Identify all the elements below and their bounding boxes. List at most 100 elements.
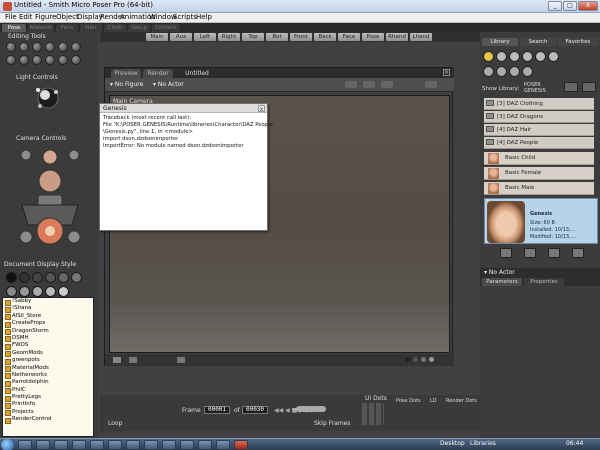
script-item[interactable]: Projects [3, 409, 93, 417]
view-pose-button[interactable]: Pose [362, 33, 384, 41]
maximize-button[interactable]: □ [563, 1, 577, 11]
poses-category-icon[interactable] [496, 51, 507, 62]
taper-tool-icon[interactable] [71, 42, 81, 52]
clock[interactable]: 06:44 [566, 440, 583, 447]
script-item[interactable]: GeomMods [3, 350, 93, 358]
current-frame-field[interactable]: 00001 [204, 406, 230, 414]
display-dot-icon[interactable] [413, 357, 418, 362]
taskbar-app-icon[interactable] [36, 440, 50, 450]
depth-cue-icon[interactable] [177, 357, 185, 363]
tab-render[interactable]: Render [143, 69, 173, 78]
tab-preview[interactable]: Preview [111, 69, 141, 78]
library-item-preview[interactable]: Genesis Size: 60 B Installed: 10/13,... … [484, 198, 598, 244]
menu-edit[interactable]: Edit [19, 13, 33, 21]
rotate-tool-icon[interactable] [6, 42, 16, 52]
frame-scrubber[interactable] [296, 406, 326, 412]
direct-manipulation-tool-icon[interactable] [71, 55, 81, 65]
document-close-icon[interactable]: × [443, 69, 450, 76]
view-aux-button[interactable]: Aux [170, 33, 192, 41]
script-item[interactable]: PhilC [3, 387, 93, 395]
actor-select[interactable]: ▾ No Actor [153, 81, 184, 88]
display-wireframe-icon[interactable] [32, 272, 43, 283]
morphing-tool-icon[interactable] [58, 55, 68, 65]
minimize-button[interactable]: _ [548, 1, 562, 11]
display-dot-icon[interactable] [429, 357, 434, 362]
translate-tool-icon[interactable] [32, 42, 42, 52]
remove-from-library-icon[interactable] [548, 248, 560, 258]
hands-category-icon[interactable] [535, 51, 546, 62]
script-item[interactable]: !Sabby [3, 298, 93, 306]
view-right-button[interactable]: Right [218, 33, 240, 41]
tab-favorites[interactable]: Favorites [558, 38, 598, 46]
start-button-icon[interactable] [1, 439, 14, 450]
script-item[interactable]: CreateProps [3, 320, 93, 329]
remove-library-icon[interactable] [582, 82, 596, 92]
taskbar-app-icon[interactable] [216, 440, 230, 450]
tab-setup[interactable]: Setup [128, 24, 150, 32]
loop-label[interactable]: Loop [108, 420, 122, 427]
cameras-category-icon[interactable] [496, 66, 507, 77]
script-item[interactable]: Parrotdolphin [3, 379, 93, 388]
figures-category-icon[interactable] [483, 51, 494, 62]
script-item[interactable]: DSMH [3, 335, 93, 343]
desktop-toolbar-label[interactable]: Desktop [440, 440, 465, 447]
library-folder[interactable]: [4] DAZ People [484, 137, 594, 149]
props-category-icon[interactable] [548, 51, 559, 62]
menu-figure[interactable]: Figure [35, 13, 56, 21]
scale-tool-icon[interactable] [58, 42, 68, 52]
area-render-icon[interactable] [381, 81, 393, 88]
skip-frames-label[interactable]: Skip Frames [314, 420, 351, 427]
camera-controls-widget-icon[interactable] [10, 145, 90, 253]
taskbar-app-icon[interactable] [54, 440, 68, 450]
scenes-category-icon[interactable] [522, 66, 533, 77]
view-face-button[interactable]: Face [338, 33, 360, 41]
menu-object[interactable]: Object [56, 13, 79, 21]
display-outline-icon[interactable] [19, 272, 30, 283]
library-figure-item[interactable]: Basic Male [484, 182, 594, 195]
tab-search[interactable]: Search [520, 38, 556, 46]
tab-cloth[interactable]: Cloth [104, 24, 126, 32]
tab-material[interactable]: Material [28, 24, 54, 32]
script-item[interactable]: FWDS [3, 342, 93, 351]
display-dot-icon[interactable] [421, 357, 426, 362]
taskbar-app-icon[interactable] [18, 440, 32, 450]
view-back-button[interactable]: Back [314, 33, 336, 41]
actor-selector[interactable]: ▾ No Actor [484, 269, 515, 276]
script-item[interactable]: PrintInfo [3, 401, 93, 410]
tab-pose[interactable]: Pose [2, 24, 26, 32]
chain-break-tool-icon[interactable] [6, 55, 16, 65]
close-button[interactable]: X [578, 1, 598, 11]
tab-parameters[interactable]: Parameters [482, 278, 522, 286]
view-main-button[interactable]: Main [146, 33, 168, 41]
taskbar-app-icon[interactable] [126, 440, 140, 450]
menu-display[interactable]: Display [77, 13, 103, 21]
script-item[interactable]: AlSil_Store [3, 313, 93, 321]
grouping-tool-icon[interactable] [32, 55, 42, 65]
script-item[interactable]: !Shana [3, 305, 93, 314]
display-flat-shaded-icon[interactable] [71, 272, 82, 283]
script-item[interactable]: MaterialMods [3, 365, 93, 373]
script-item[interactable]: PrettyLegs [3, 394, 93, 402]
tab-face[interactable]: Face [56, 24, 78, 32]
view-left-button[interactable]: Left [194, 33, 216, 41]
library-options-icon[interactable] [572, 248, 584, 258]
menu-scripts[interactable]: Scripts [173, 13, 197, 21]
preview-dims-icon[interactable] [113, 357, 121, 363]
libraries-toolbar-label[interactable]: Libraries [470, 440, 496, 447]
library-figure-item[interactable]: Basic Female [484, 167, 594, 180]
translate-z-tool-icon[interactable] [45, 42, 55, 52]
view-magnifier-tool-icon[interactable] [45, 55, 55, 65]
twist-tool-icon[interactable] [19, 42, 29, 52]
tab-library[interactable]: Library [482, 38, 518, 46]
light-sphere-icon[interactable] [34, 84, 62, 112]
taskbar-app-icon[interactable] [180, 440, 194, 450]
display-hidden-line-icon[interactable] [45, 272, 56, 283]
figure-select[interactable]: ▾ No Figure [110, 81, 143, 88]
display-smooth-shaded-icon[interactable] [32, 286, 43, 297]
library-folder[interactable]: [3] DAZ Clothing [484, 98, 594, 110]
poser-taskbar-icon[interactable] [234, 440, 248, 450]
render-settings-icon[interactable] [345, 81, 357, 88]
color-tool-icon[interactable] [19, 55, 29, 65]
display-texture-shaded-icon[interactable] [58, 286, 69, 297]
apply-library-item-icon[interactable] [500, 248, 512, 258]
